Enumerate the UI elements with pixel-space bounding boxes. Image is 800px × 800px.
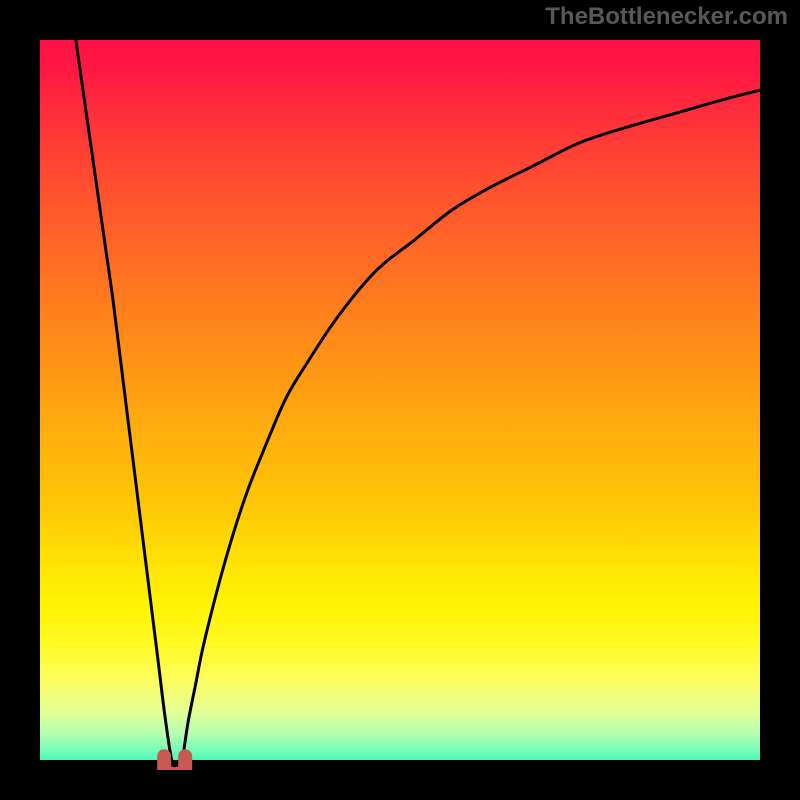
bottleneck-chart: TheBottlenecker.com (0, 0, 800, 800)
chart-container: TheBottlenecker.com (0, 0, 800, 800)
plot-background (30, 30, 770, 770)
brand-watermark: TheBottlenecker.com (545, 3, 788, 30)
